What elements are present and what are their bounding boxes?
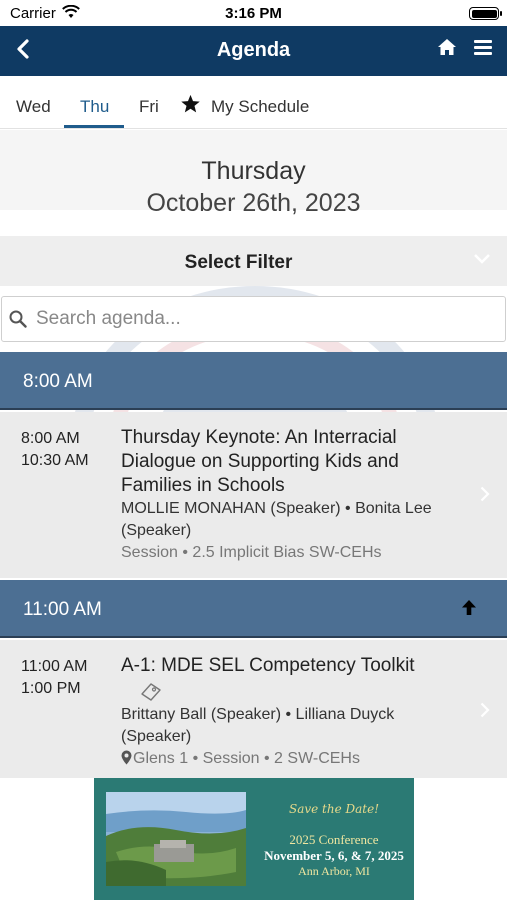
time-group-label: 11:00 AM <box>23 599 102 620</box>
chevron-right-icon <box>480 486 490 502</box>
date-header: Thursday October 26th, 2023 <box>0 130 507 217</box>
session-speakers: Brittany Ball (Speaker) • Lilliana Duyck… <box>121 706 395 745</box>
search-input[interactable] <box>36 305 496 333</box>
session-row[interactable]: 11:00 AM 1:00 PM A-1: MDE SEL Competency… <box>0 640 507 778</box>
session-start-time: 8:00 AM <box>21 430 80 447</box>
time-group-header: 8:00 AM <box>0 352 507 410</box>
banner-dates: November 5, 6, & 7, 2025 <box>264 848 404 863</box>
conference-banner-ad[interactable]: Save the Date! 2025 Conference November … <box>94 778 414 900</box>
session-speakers: MOLLIE MONAHAN (Speaker) • Bonita Lee (S… <box>121 500 432 539</box>
battery-icon <box>469 7 502 20</box>
session-end-time: 10:30 AM <box>21 452 89 469</box>
session-title: A-1: MDE SEL Competency Toolkit <box>121 655 415 676</box>
session-row[interactable]: 8:00 AM 10:30 AM Thursday Keynote: An In… <box>0 412 507 578</box>
session-details: A-1: MDE SEL Competency Toolkit Brittany… <box>121 654 466 770</box>
filter-label: Select Filter <box>184 252 293 273</box>
time-group-label: 8:00 AM <box>23 371 93 392</box>
status-bar: Carrier 3:16 PM <box>0 0 507 26</box>
filter-dropdown[interactable]: Select Filter <box>0 236 507 286</box>
tab-fri[interactable]: Fri <box>139 97 159 117</box>
tab-wed[interactable]: Wed <box>16 97 51 117</box>
chevron-right-icon <box>480 702 490 718</box>
search-icon <box>9 310 27 328</box>
time-group-header: 11:00 AM <box>0 580 507 638</box>
session-meta: Session • 2.5 Implicit Bias SW-CEHs <box>121 544 382 561</box>
session-end-time: 1:00 PM <box>21 680 81 697</box>
location-pin-icon <box>121 750 132 765</box>
home-icon[interactable] <box>437 38 457 56</box>
session-times: 8:00 AM 10:30 AM <box>21 428 89 472</box>
session-meta-row: Glens 1 • Session • 2 SW-CEHs <box>121 748 466 770</box>
session-title: Thursday Keynote: An Interracial Dialogu… <box>121 427 399 496</box>
chevron-down-icon <box>474 254 490 264</box>
full-date: October 26th, 2023 <box>146 189 361 217</box>
page-title: Agenda <box>216 39 291 61</box>
tab-my-schedule[interactable]: My Schedule <box>211 97 309 117</box>
banner-conference: 2025 Conference <box>289 832 379 847</box>
day-tabs: Wed Thu Fri My Schedule <box>0 76 507 129</box>
tab-thu[interactable]: Thu <box>80 97 109 117</box>
search-box <box>1 296 506 342</box>
menu-icon[interactable] <box>474 39 492 56</box>
resort-aerial-photo <box>106 792 246 886</box>
session-meta: Glens 1 • Session • 2 SW-CEHs <box>133 750 360 767</box>
clock: 3:16 PM <box>225 5 282 22</box>
banner-tagline: Save the Date! <box>288 802 380 816</box>
banner-location: Ann Arbor, MI <box>298 864 370 878</box>
nav-bar: Agenda <box>0 26 507 76</box>
day-of-week: Thursday <box>201 157 306 185</box>
session-start-time: 11:00 AM <box>21 658 88 675</box>
ticket-tag-icon <box>141 683 161 701</box>
star-icon[interactable] <box>180 94 201 114</box>
active-tab-indicator <box>64 125 124 128</box>
session-times: 11:00 AM 1:00 PM <box>21 656 87 700</box>
arrow-up-icon[interactable] <box>461 599 477 616</box>
session-details: Thursday Keynote: An Interracial Dialogu… <box>121 426 466 564</box>
